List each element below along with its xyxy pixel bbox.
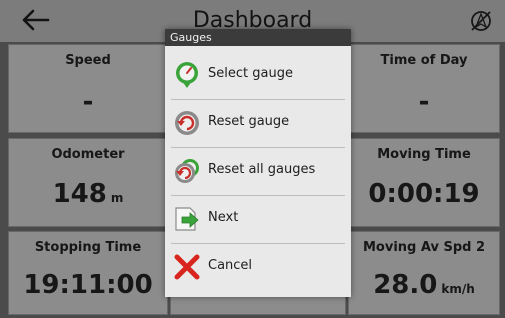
menu-item-label: Select gauge [208, 66, 293, 81]
menu-item-select-gauge[interactable]: Select gauge [165, 51, 351, 99]
menu-item-next[interactable]: Next [165, 195, 351, 243]
dashboard-screen: Dashboard Speed - Odometer 148 m Stopping… [0, 0, 505, 318]
menu-item-reset-gauge[interactable]: Reset gauge [165, 99, 351, 147]
menu-item-label: Reset all gauges [208, 162, 316, 177]
gauge-reset-icon [175, 111, 199, 135]
next-arrow-icon [175, 207, 199, 231]
cancel-x-icon [174, 254, 200, 280]
gauge-select-icon [176, 62, 198, 88]
menu-item-label: Reset gauge [208, 114, 290, 129]
menu-item-label: Cancel [208, 258, 253, 273]
menu-item-reset-all-gauges[interactable]: Reset all gauges [165, 147, 351, 195]
menu-item-cancel[interactable]: Cancel [165, 243, 351, 291]
gauges-dialog: Gauges Select gauge Reset gauge Reset al… [165, 29, 351, 297]
menu-item-label: Next [208, 210, 239, 225]
dialog-title: Gauges [165, 29, 351, 46]
gauges-reset-all-icon [175, 159, 199, 183]
